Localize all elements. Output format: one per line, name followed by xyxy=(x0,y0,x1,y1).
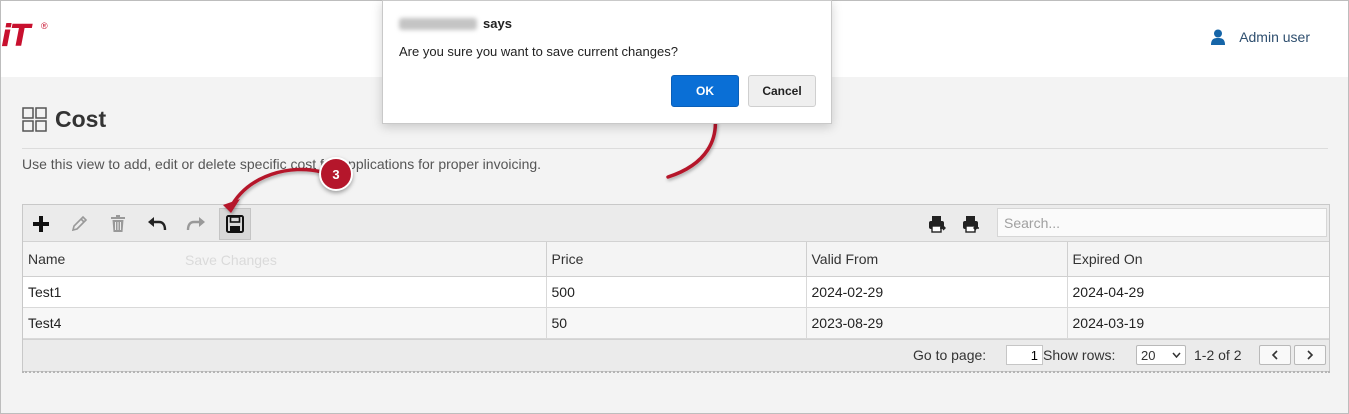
dialog-title: says xyxy=(399,16,512,31)
ok-button[interactable]: OK xyxy=(671,75,739,107)
redacted-site-name xyxy=(399,17,477,30)
dialog-message: Are you sure you want to save current ch… xyxy=(399,44,678,59)
step-badge: 3 xyxy=(319,157,353,191)
cancel-button[interactable]: Cancel xyxy=(748,75,816,107)
callout-arrow-to-save xyxy=(223,167,324,213)
dialog-title-suffix: says xyxy=(483,16,512,31)
confirm-dialog: says Are you sure you want to save curre… xyxy=(382,0,832,124)
